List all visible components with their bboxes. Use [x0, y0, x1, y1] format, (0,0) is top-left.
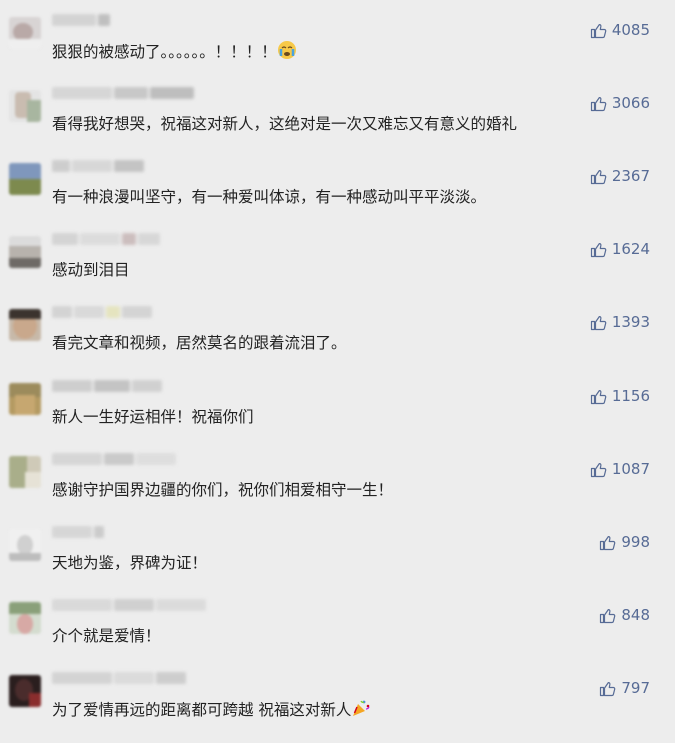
like-button[interactable]: 1624: [590, 240, 650, 258]
thumbs-up-icon: [590, 241, 607, 258]
comment-text: 新人一生好运相伴！祝福你们: [52, 408, 254, 426]
comment-item: 狠狠的被感动了。。。。。。！！！！ 4085: [0, 0, 675, 73]
like-count: 998: [621, 533, 650, 551]
like-button[interactable]: 4085: [590, 21, 650, 39]
like-count: 1087: [611, 460, 650, 478]
thumbs-up-icon: [599, 607, 616, 624]
comment-text: 看得我好想哭，祝福这对新人，这绝对是一次又难忘又有意义的婚礼: [52, 115, 518, 133]
comment-text: 为了爱情再远的距离都可跨越 祝福这对新人: [52, 698, 371, 721]
party-popper-icon: [351, 698, 371, 718]
comment-item: 感动到泪目 1624: [0, 219, 675, 292]
comment-text: 感动到泪目: [52, 261, 130, 279]
thumbs-up-icon: [590, 95, 607, 112]
thumbs-up-icon: [590, 314, 607, 331]
like-button[interactable]: 848: [599, 606, 650, 624]
thumbs-up-icon: [590, 461, 607, 478]
comment-list: 狠狠的被感动了。。。。。。！！！！ 4085 看得我好想哭，祝福这对新人，这绝对…: [0, 0, 675, 743]
like-button[interactable]: 1156: [590, 387, 650, 405]
crying-face-icon: [277, 40, 297, 60]
avatar[interactable]: [9, 529, 41, 561]
comment-text: 感谢守护国界边疆的你们，祝你们相爱相守一生！: [52, 481, 394, 499]
like-button[interactable]: 1393: [590, 313, 650, 331]
thumbs-up-icon: [590, 168, 607, 185]
like-button[interactable]: 998: [599, 533, 650, 551]
avatar[interactable]: [9, 236, 41, 268]
nickname-blurred: [52, 306, 152, 320]
nickname-blurred: [52, 87, 194, 101]
like-count: 848: [621, 606, 650, 624]
nickname-blurred: [52, 526, 104, 540]
avatar[interactable]: [9, 163, 41, 195]
nickname-blurred: [52, 599, 206, 613]
comment-text: 介个就是爱情！: [52, 627, 161, 645]
comment-item: 看完文章和视频，居然莫名的跟着流泪了。 1393: [0, 292, 675, 365]
nickname-blurred: [52, 233, 160, 247]
comment-item: 有一种浪漫叫坚守，有一种爱叫体谅，有一种感动叫平平淡淡。 2367: [0, 146, 675, 219]
like-count: 1393: [611, 313, 650, 331]
like-count: 797: [621, 679, 650, 697]
like-button[interactable]: 3066: [590, 94, 650, 112]
nickname-blurred: [52, 380, 162, 394]
comment-item: 天地为鉴，界碑为证！ 998: [0, 512, 675, 585]
avatar[interactable]: [9, 309, 41, 341]
avatar[interactable]: [9, 17, 41, 49]
nickname-blurred: [52, 453, 176, 467]
comment-text: 狠狠的被感动了。。。。。。！！！！: [52, 40, 297, 63]
avatar[interactable]: [9, 675, 41, 707]
comment-item: 感谢守护国界边疆的你们，祝你们相爱相守一生！ 1087: [0, 439, 675, 512]
comment-text: 天地为鉴，界碑为证！: [52, 554, 208, 572]
like-button[interactable]: 797: [599, 679, 650, 697]
thumbs-up-icon: [590, 388, 607, 405]
nickname-blurred: [52, 14, 110, 28]
avatar[interactable]: [9, 602, 41, 634]
comment-item: 新人一生好运相伴！祝福你们 1156: [0, 366, 675, 439]
comment-item: 介个就是爱情！ 848: [0, 585, 675, 658]
comment-item: 看得我好想哭，祝福这对新人，这绝对是一次又难忘又有意义的婚礼 3066: [0, 73, 675, 146]
like-button[interactable]: 1087: [590, 460, 650, 478]
avatar[interactable]: [9, 90, 41, 122]
like-count: 1624: [611, 240, 650, 258]
like-button[interactable]: 2367: [590, 167, 650, 185]
nickname-blurred: [52, 160, 144, 174]
nickname-blurred: [52, 672, 186, 686]
like-count: 4085: [611, 21, 650, 39]
thumbs-up-icon: [599, 534, 616, 551]
comment-item: 为了爱情再远的距离都可跨越 祝福这对新人 797: [0, 658, 675, 731]
avatar[interactable]: [9, 456, 41, 488]
comment-text: 看完文章和视频，居然莫名的跟着流泪了。: [52, 334, 347, 352]
like-count: 3066: [611, 94, 650, 112]
thumbs-up-icon: [590, 22, 607, 39]
avatar[interactable]: [9, 383, 41, 415]
like-count: 2367: [611, 167, 650, 185]
like-count: 1156: [611, 387, 650, 405]
comment-text: 有一种浪漫叫坚守，有一种爱叫体谅，有一种感动叫平平淡淡。: [52, 188, 487, 206]
thumbs-up-icon: [599, 680, 616, 697]
